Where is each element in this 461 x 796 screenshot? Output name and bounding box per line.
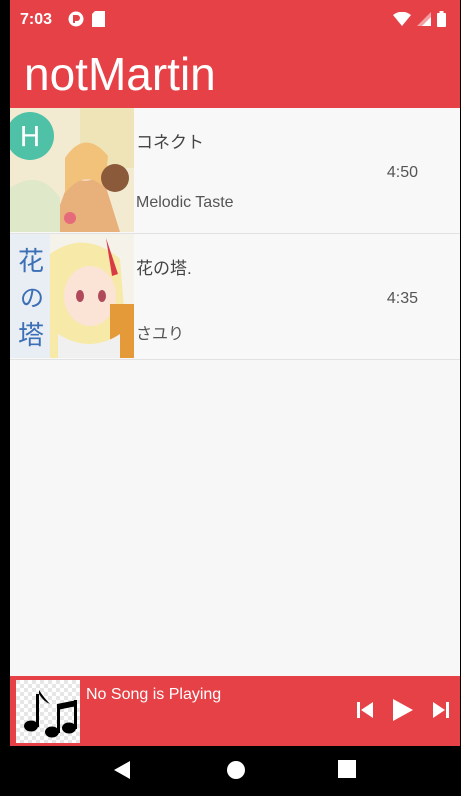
playback-controls xyxy=(356,698,450,722)
song-duration: 4:35 xyxy=(386,290,418,307)
skip-previous-icon[interactable] xyxy=(356,701,374,719)
app-bar: notMartin xyxy=(10,40,460,108)
now-playing-status: No Song is Playing xyxy=(86,686,222,703)
song-artist: さユり xyxy=(136,326,185,343)
svg-text:H: H xyxy=(19,120,40,153)
battery-icon xyxy=(437,11,446,32)
song-list[interactable]: H コネクト 4:50 Melodic Taste 花 の 塔 花の塔. 4:3… xyxy=(10,108,460,360)
system-status-icons xyxy=(393,11,446,32)
album-cover-hana-no-tou: 花 の 塔 xyxy=(10,234,134,358)
song-title: コネクト xyxy=(136,133,204,152)
song-list-item[interactable]: 花 の 塔 花の塔. 4:35 さユり xyxy=(10,234,460,360)
song-artist: Melodic Taste xyxy=(136,194,234,211)
signal-icon xyxy=(417,12,431,31)
album-cover-connect: H xyxy=(10,108,134,232)
play-icon[interactable] xyxy=(392,698,414,722)
svg-text:花: 花 xyxy=(18,247,44,277)
svg-text:の: の xyxy=(20,284,44,312)
system-navigation-bar xyxy=(10,746,460,796)
app-screen: 7:03 notMartin H コネクト 4:50 Melodic Taste… xyxy=(10,0,460,796)
music-notes-icon xyxy=(16,680,80,743)
song-list-item[interactable]: H コネクト 4:50 Melodic Taste xyxy=(10,108,460,234)
svg-text:塔: 塔 xyxy=(18,321,44,351)
back-icon[interactable] xyxy=(113,760,131,785)
pocket-casts-icon xyxy=(68,11,84,32)
status-bar: 7:03 xyxy=(10,0,460,40)
status-time: 7:03 xyxy=(20,11,53,28)
notification-icons xyxy=(68,11,105,32)
wifi-icon xyxy=(393,11,411,31)
song-duration: 4:50 xyxy=(386,164,418,181)
home-icon[interactable] xyxy=(226,760,246,785)
app-title: notMartin xyxy=(24,48,216,100)
now-playing-bar[interactable]: No Song is Playing xyxy=(10,676,460,746)
sd-card-icon xyxy=(92,11,105,32)
skip-next-icon[interactable] xyxy=(432,701,450,719)
song-title: 花の塔. xyxy=(136,259,192,278)
recents-icon[interactable] xyxy=(338,760,356,783)
